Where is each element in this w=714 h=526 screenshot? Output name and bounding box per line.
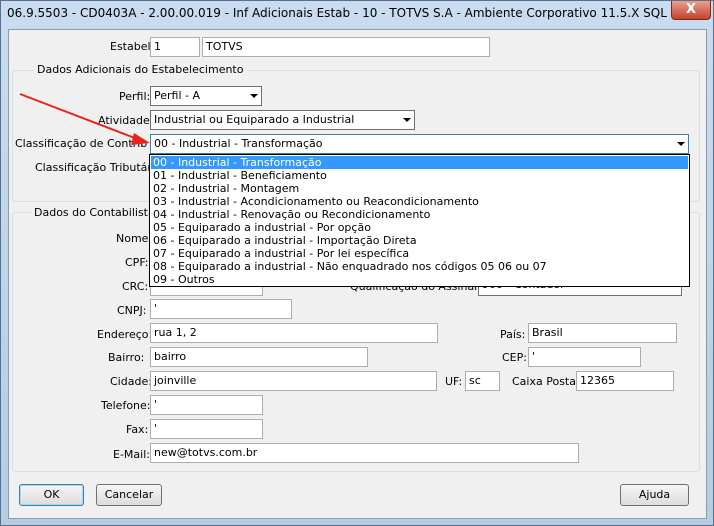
annotation-arrow-icon (19, 93, 150, 145)
